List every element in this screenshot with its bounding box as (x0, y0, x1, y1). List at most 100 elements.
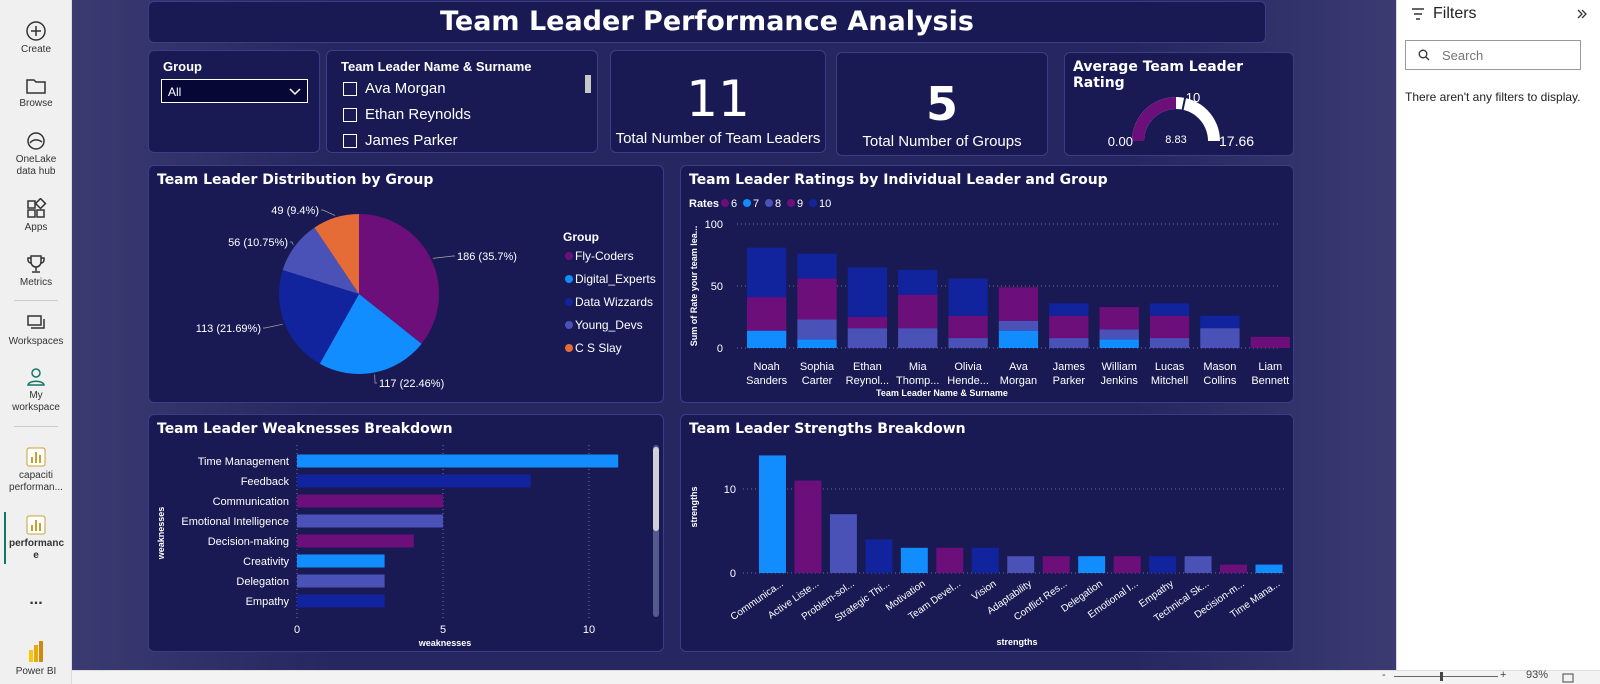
report-icon (26, 515, 46, 535)
chevron-down-icon (289, 88, 301, 96)
zoom-out-button[interactable]: - (1382, 669, 1386, 681)
bar-segment (948, 338, 988, 348)
filters-empty-text: There aren't any filters to display. (1405, 90, 1581, 104)
bar-segment (898, 269, 938, 295)
weaknesses-chart-card: Team Leader Weaknesses Breakdown weaknes… (148, 414, 664, 652)
filters-search[interactable] (1405, 40, 1581, 70)
workspaces-icon (27, 315, 45, 329)
nav-apps[interactable]: Apps (0, 198, 72, 234)
bar (794, 480, 822, 573)
kpi-total-groups: 5 Total Number of Groups (836, 52, 1048, 156)
pie-data-label: 113 (21.69%) (196, 323, 261, 335)
x-tick-label: Collins (1203, 375, 1237, 387)
checkbox[interactable] (343, 134, 357, 148)
nav-onelake[interactable]: OneLake data hub (0, 130, 72, 178)
nav-label: My workspace (12, 390, 60, 413)
pie-data-label: 186 (35.7%) (457, 251, 517, 263)
strengths-chart-card: Team Leader Strengths Breakdown strength… (680, 414, 1294, 652)
bar (297, 454, 619, 468)
nav-my-workspace[interactable]: My workspace (0, 366, 72, 414)
chart-scrollbar-thumb[interactable] (653, 447, 659, 531)
legend-marker (765, 199, 773, 207)
y-tick-label: 0 (730, 568, 736, 580)
x-tick-label: Lucas (1155, 361, 1185, 373)
bar (297, 594, 385, 608)
more-icon: ... (29, 591, 43, 608)
bar (1220, 564, 1248, 573)
nav-create[interactable]: Create (0, 20, 72, 56)
search-input[interactable] (1442, 46, 1574, 64)
ratings-chart-card: Team Leader Ratings by Individual Leader… (680, 165, 1294, 403)
group-slicer: Group All (148, 50, 320, 153)
collapse-pane-icon[interactable] (1577, 9, 1587, 19)
x-tick-label: Mason (1203, 361, 1236, 373)
zoom-slider-thumb[interactable] (1440, 672, 1443, 681)
checkbox[interactable] (343, 108, 357, 122)
x-tick-label: Bennett (1251, 375, 1289, 387)
x-tick-label: Olivia (954, 361, 982, 373)
y-tick-label: Decision-making (208, 536, 289, 548)
report-icon (26, 447, 46, 467)
slicer-scrollbar[interactable] (585, 75, 591, 93)
leader-slicer-label: Team Leader Name & Surname (341, 59, 532, 74)
nav-workspaces[interactable]: Workspaces (0, 312, 72, 348)
fit-to-page-icon[interactable] (1562, 673, 1574, 683)
plus-circle-icon (26, 21, 46, 41)
nav-label: Metrics (19, 277, 53, 288)
bar-segment (1149, 303, 1190, 316)
nav-metrics[interactable]: Metrics (0, 253, 72, 289)
bar-segment (1149, 338, 1190, 348)
zoom-in-button[interactable]: + (1500, 669, 1506, 681)
zoom-level[interactable]: 93% (1526, 669, 1548, 681)
bar (1255, 564, 1283, 573)
zoom-slider[interactable] (1394, 672, 1498, 681)
leader-option-label: Ethan Reynolds (365, 106, 471, 123)
bar (297, 514, 443, 528)
bar-segment (797, 319, 837, 340)
gauge-card: Average Team Leader Rating 10 0.00 8.83 … (1064, 52, 1294, 156)
pie-data-label: 56 (10.75%) (228, 237, 288, 249)
bar (759, 455, 786, 573)
nav-label: capaciti performan... (9, 470, 63, 493)
y-axis-label: strengths (689, 486, 699, 527)
nav-powerbi[interactable]: Power BI (0, 640, 72, 678)
nav-browse[interactable]: Browse (0, 76, 72, 110)
group-dropdown[interactable]: All (161, 79, 308, 103)
checkbox[interactable] (343, 82, 357, 96)
nav-report-capaciti[interactable]: capaciti performan... (0, 446, 72, 494)
legend-item: 8 (775, 198, 781, 210)
x-tick-label: Noah (753, 361, 779, 373)
y-tick-label: 10 (724, 484, 736, 496)
pie-data-label: 49 (9.4%) (271, 205, 319, 217)
pie-leader-line (263, 323, 283, 329)
x-tick-label: Parker (1053, 375, 1086, 387)
nav-divider (14, 426, 58, 427)
nav-more[interactable]: ... (0, 591, 72, 608)
legend-marker (565, 298, 573, 306)
trophy-icon (27, 255, 45, 273)
legend-marker (809, 199, 817, 207)
bar (829, 514, 857, 573)
pie-leader-line (290, 241, 294, 246)
pie-data-label: 117 (22.46%) (379, 378, 444, 390)
bar (1184, 556, 1212, 573)
nav-report-performance[interactable]: performanc e (0, 514, 72, 562)
folder-icon (26, 79, 46, 94)
legend-item: Fly-Coders (575, 249, 634, 263)
bar-segment (797, 278, 837, 320)
bar (1078, 556, 1106, 573)
bar-segment (1149, 315, 1190, 339)
search-icon (1418, 49, 1430, 61)
x-tick-label: Morgan (1000, 375, 1037, 387)
nav-label: Create (20, 44, 51, 55)
group-dropdown-value: All (168, 85, 182, 99)
nav-rail: Create Browse OneLake data hub Apps Metr… (0, 0, 72, 684)
x-tick-label: Liam (1258, 361, 1282, 373)
legend-item: 10 (819, 198, 831, 210)
x-axis-label: strengths (996, 637, 1037, 647)
legend-marker (565, 344, 573, 352)
y-tick-label: Emotional Intelligence (181, 516, 289, 528)
bar-segment (1099, 329, 1139, 340)
x-tick-label: 5 (440, 624, 446, 636)
bar-segment (1250, 336, 1290, 348)
